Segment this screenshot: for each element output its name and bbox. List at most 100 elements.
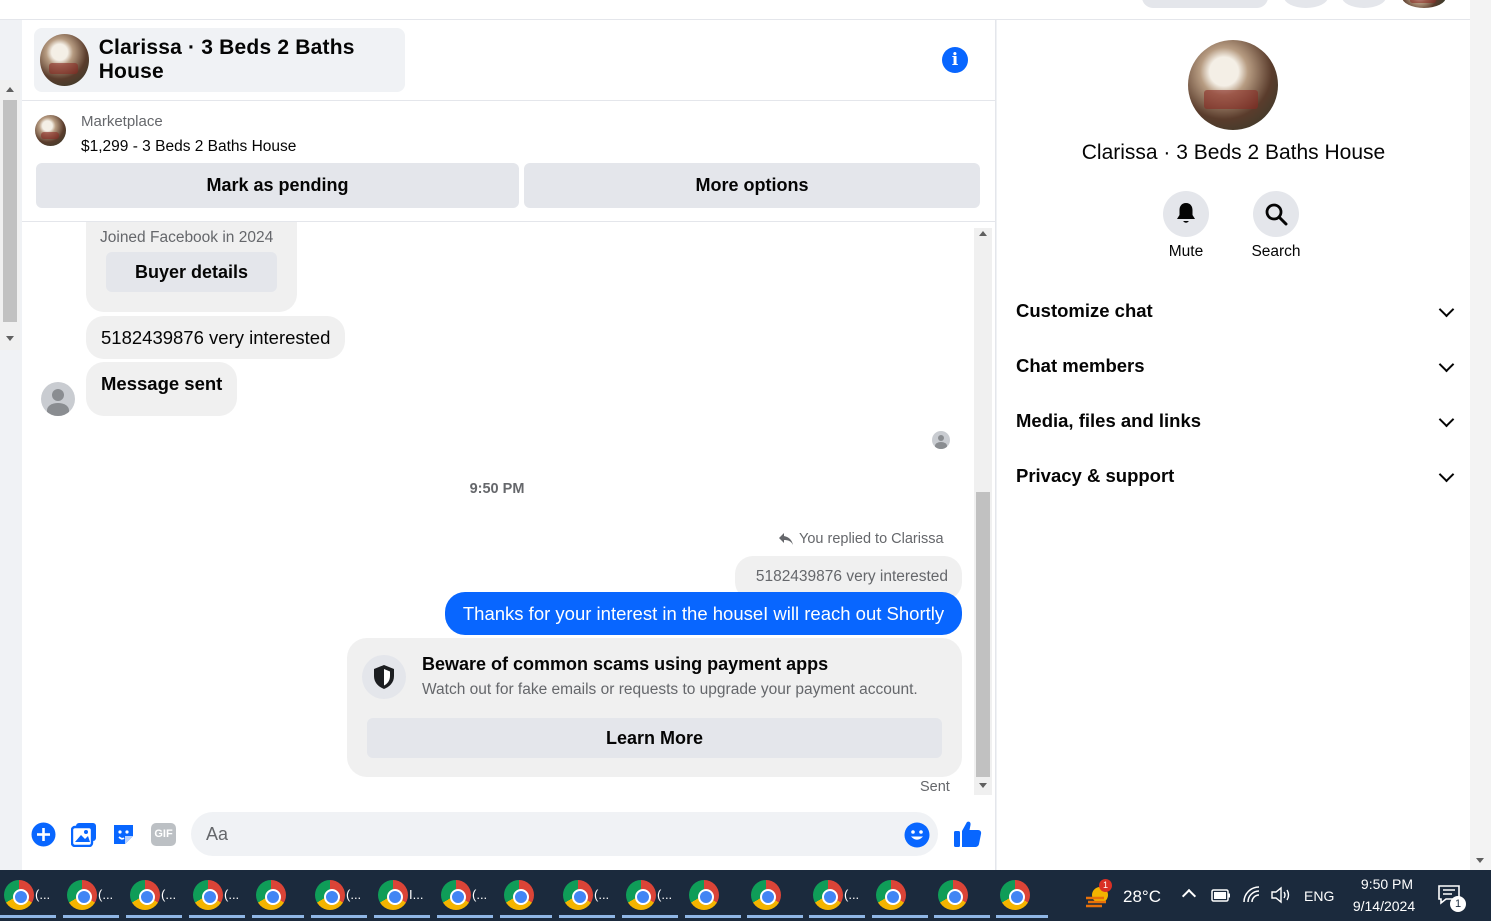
buyer-profile-card: Joined Facebook in 2024 Buyer details xyxy=(86,222,297,312)
chevron-down-icon xyxy=(1438,356,1455,373)
top-messenger-button[interactable] xyxy=(1342,0,1386,8)
taskbar-chrome-window[interactable] xyxy=(252,874,304,918)
taskbar-chrome-window[interactable] xyxy=(500,874,552,918)
windows-taskbar: (... (... (... (... (... I... (... (... … xyxy=(0,870,1491,921)
scam-title: Beware of common scams using payment app… xyxy=(422,654,829,674)
taskbar-chrome-window[interactable]: (... xyxy=(0,874,56,918)
taskbar-chrome-window[interactable]: (... xyxy=(437,874,493,918)
section-chat-members[interactable]: Chat members xyxy=(1016,351,1455,381)
top-search-pill[interactable] xyxy=(1142,0,1268,8)
seen-avatar xyxy=(932,431,950,449)
message-composer: GIF Aa xyxy=(22,802,996,870)
buyer-details-button[interactable]: Buyer details xyxy=(106,252,277,292)
messages-scrollbar[interactable] xyxy=(974,228,992,795)
chrome-icon xyxy=(813,879,843,910)
left-scrollbar-thumb[interactable] xyxy=(3,100,17,322)
listing-thumbnail xyxy=(35,115,66,146)
listing-avatar xyxy=(40,34,89,86)
chrome-icon xyxy=(193,879,223,910)
chevron-down-icon xyxy=(1438,411,1455,428)
photo-attach-icon[interactable] xyxy=(71,822,97,847)
clock-time[interactable]: 9:50 PM xyxy=(1352,876,1422,892)
outgoing-message[interactable]: Thanks for your interest in the houseI w… xyxy=(445,592,962,635)
taskbar-chrome-window[interactable] xyxy=(685,874,741,918)
add-plus-icon[interactable] xyxy=(31,822,56,847)
chrome-icon xyxy=(4,879,34,910)
notification-count: 1 xyxy=(1450,896,1466,912)
messages-scroll-up-icon[interactable] xyxy=(979,231,987,236)
chrome-icon xyxy=(626,879,656,910)
taskbar-chrome-window[interactable]: I... xyxy=(374,874,430,918)
emoji-icon[interactable] xyxy=(904,822,930,848)
chevron-down-icon xyxy=(1438,301,1455,318)
top-menu-button[interactable] xyxy=(1284,0,1328,8)
message-timestamp: 9:50 PM xyxy=(469,481,525,497)
scroll-up-arrow-icon[interactable] xyxy=(6,87,14,92)
notification-center-button[interactable]: 1 xyxy=(1438,885,1466,912)
taskbar-chrome-window[interactable] xyxy=(872,874,928,918)
taskbar-chrome-window[interactable]: (... xyxy=(622,874,678,918)
chrome-icon xyxy=(504,879,534,910)
search-button[interactable] xyxy=(1253,191,1299,237)
mute-button[interactable] xyxy=(1163,191,1209,237)
taskbar-chrome-window[interactable]: (... xyxy=(311,874,367,918)
language-indicator[interactable]: ENG xyxy=(1304,888,1334,904)
top-profile-avatar[interactable] xyxy=(1402,0,1446,8)
section-customize-chat[interactable]: Customize chat xyxy=(1016,296,1455,326)
scroll-down-arrow-icon[interactable] xyxy=(6,336,14,341)
battery-icon[interactable] xyxy=(1211,886,1231,904)
taskbar-chrome-window[interactable]: (... xyxy=(809,874,865,918)
taskbar-chrome-window[interactable] xyxy=(934,874,990,918)
shield-icon-wrap xyxy=(362,655,406,699)
details-title: Clarissa · 3 Beds 2 Baths House xyxy=(1081,141,1386,164)
chat-title-button[interactable]: Clarissa · 3 Beds 2 Baths House xyxy=(34,28,405,92)
browser-top-strip xyxy=(0,0,1470,20)
chrome-icon xyxy=(1000,879,1030,910)
taskbar-chrome-window[interactable] xyxy=(747,874,803,918)
chrome-icon xyxy=(67,879,97,910)
taskbar-chrome-window[interactable]: (... xyxy=(559,874,615,918)
page-scrollbar[interactable] xyxy=(1470,0,1491,870)
chrome-icon xyxy=(441,879,471,910)
mark-as-pending-button[interactable]: Mark as pending xyxy=(36,163,519,208)
info-icon[interactable]: i xyxy=(942,47,968,73)
incoming-message[interactable]: 5182439876 very interested xyxy=(86,316,346,359)
volume-icon[interactable] xyxy=(1270,886,1292,904)
page-scroll-down-icon[interactable] xyxy=(1476,858,1484,863)
scam-body: Watch out for fake emails or requests to… xyxy=(422,681,918,698)
replied-to-text: You replied to Clarissa xyxy=(799,531,944,547)
learn-more-button[interactable]: Learn More xyxy=(367,718,942,758)
messages-scroll-down-icon[interactable] xyxy=(979,783,987,788)
replied-to-indicator: You replied to Clarissa xyxy=(778,531,944,547)
marketplace-label: Marketplace xyxy=(81,113,163,130)
taskbar-chrome-window[interactable]: (... xyxy=(189,874,245,918)
taskbar-chrome-window[interactable] xyxy=(996,874,1048,918)
chrome-icon xyxy=(689,879,719,910)
gif-icon[interactable]: GIF xyxy=(151,823,176,846)
clock-date[interactable]: 9/14/2024 xyxy=(1345,898,1423,914)
section-privacy-support[interactable]: Privacy & support xyxy=(1016,461,1455,491)
like-thumb-icon[interactable] xyxy=(953,820,982,848)
sender-avatar[interactable] xyxy=(41,382,75,416)
chrome-icon xyxy=(378,879,408,910)
message-input[interactable]: Aa xyxy=(191,812,938,856)
weather-temp[interactable]: 28°C xyxy=(1123,887,1161,907)
wifi-icon[interactable] xyxy=(1242,886,1262,904)
left-scrollbar[interactable] xyxy=(0,80,20,350)
messages-scrollbar-thumb[interactable] xyxy=(976,492,990,777)
tray-chevron-up-icon[interactable] xyxy=(1181,888,1197,904)
chrome-icon xyxy=(938,879,968,910)
weather-icon[interactable]: 1 xyxy=(1084,879,1112,908)
more-options-button[interactable]: More options xyxy=(524,163,980,208)
section-media-files-links[interactable]: Media, files and links xyxy=(1016,406,1455,436)
sticker-icon[interactable] xyxy=(111,822,136,847)
taskbar-chrome-window[interactable]: (... xyxy=(63,874,119,918)
mute-label: Mute xyxy=(1168,243,1204,260)
chat-details-panel: Clarissa · 3 Beds 2 Baths House Mute Sea… xyxy=(997,20,1470,870)
incoming-message[interactable]: Message sent xyxy=(86,362,238,416)
taskbar-chrome-window[interactable]: (... xyxy=(126,874,182,918)
message-list: Joined Facebook in 2024 Buyer details 51… xyxy=(22,222,996,802)
details-avatar[interactable] xyxy=(1188,40,1278,130)
listing-price-title[interactable]: $1,299 - 3 Beds 2 Baths House xyxy=(81,138,296,156)
sent-status: Sent xyxy=(920,779,950,795)
